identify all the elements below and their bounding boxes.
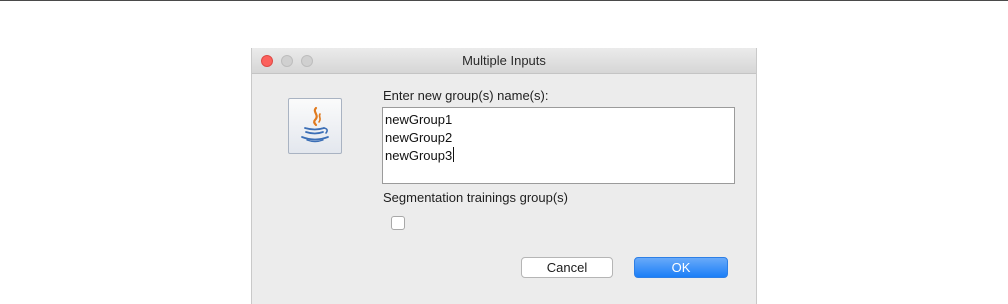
top-divider (0, 0, 1008, 1)
group-name-prompt: Enter new group(s) name(s): (383, 88, 549, 103)
group-name-line: newGroup2 (385, 130, 453, 145)
java-icon (288, 98, 342, 154)
title-bar[interactable]: Multiple Inputs (252, 48, 756, 74)
group-names-textarea[interactable]: newGroup1 newGroup2 newGroup3 (382, 107, 735, 184)
segmentation-trainings-checkbox[interactable] (391, 216, 405, 230)
segmentation-trainings-label: Segmentation trainings group(s) (383, 190, 568, 205)
multiple-inputs-dialog: Multiple Inputs Enter new group(s) name(… (251, 48, 757, 304)
ok-button[interactable]: OK (634, 257, 728, 278)
group-name-line: newGroup1 (385, 112, 453, 127)
cancel-button[interactable]: Cancel (521, 257, 613, 278)
text-caret (453, 147, 455, 162)
group-name-line: newGroup3 (385, 148, 453, 163)
window-title: Multiple Inputs (462, 53, 546, 68)
